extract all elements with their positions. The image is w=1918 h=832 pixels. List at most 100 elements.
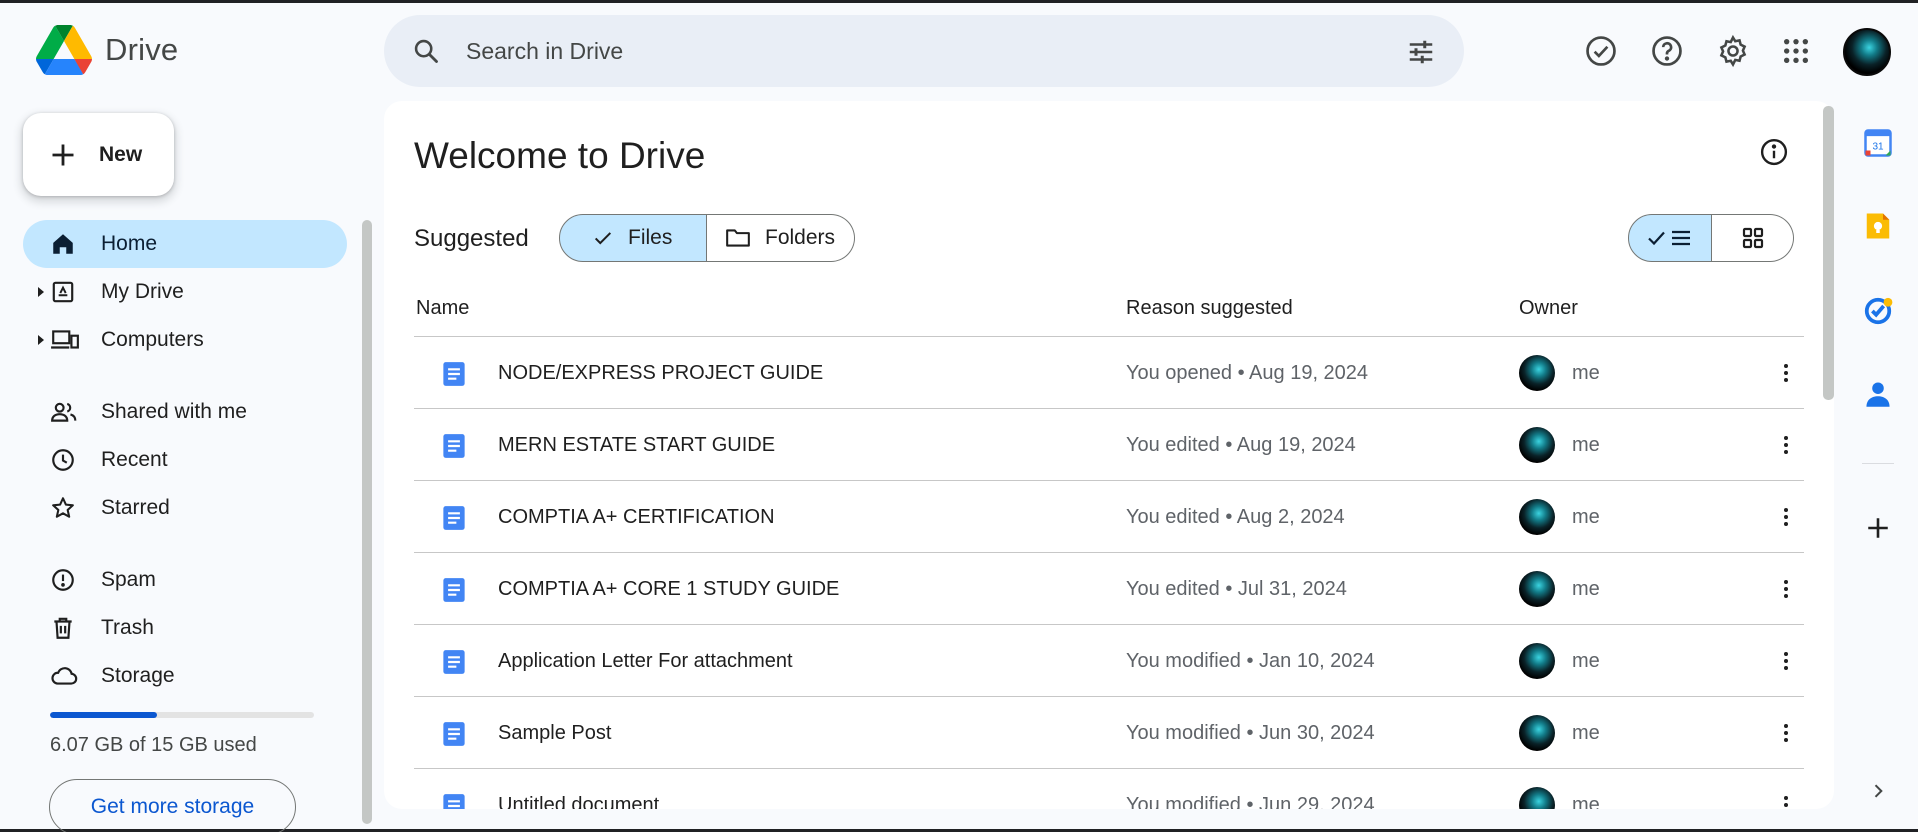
sidebar-item-my-drive[interactable]: My Drive: [23, 268, 347, 316]
new-button[interactable]: New: [23, 113, 174, 196]
more-actions-icon[interactable]: [1774, 433, 1798, 457]
reason-suggested: You modified • Jun 30, 2024: [1126, 722, 1375, 744]
reason-suggested: You modified • Jun 29, 2024: [1126, 794, 1375, 809]
reason-suggested: You edited • Jul 31, 2024: [1126, 578, 1347, 600]
sidebar-item-trash[interactable]: Trash: [23, 604, 347, 652]
google-doc-icon: [442, 577, 466, 603]
file-row[interactable]: COMPTIA A+ CERTIFICATION You edited • Aug…: [414, 481, 1804, 553]
file-name[interactable]: COMPTIA A+ CERTIFICATION: [498, 506, 775, 529]
sidebar-item-starred[interactable]: Starred: [23, 484, 347, 532]
file-row[interactable]: NODE/EXPRESS PROJECT GUIDE You opened • A…: [414, 337, 1804, 409]
owner-name: me: [1572, 506, 1600, 528]
owner-avatar: [1519, 787, 1555, 809]
file-name[interactable]: Application Letter For attachment: [498, 650, 793, 673]
sidebar-item-label: Storage: [101, 664, 175, 687]
calendar-icon[interactable]: 31: [1862, 127, 1894, 159]
sidebar-item-storage[interactable]: Storage: [23, 652, 347, 700]
drive-logo[interactable]: Drive: [36, 25, 178, 75]
owner-avatar: [1519, 499, 1555, 535]
files-chip[interactable]: Files: [559, 214, 707, 262]
reason-suggested: You opened • Aug 19, 2024: [1126, 362, 1369, 384]
reason-suggested: You edited • Aug 19, 2024: [1126, 434, 1356, 456]
main-scrollbar[interactable]: [1823, 106, 1834, 400]
sidebar-item-label: Recent: [101, 448, 168, 471]
sidebar-scrollbar[interactable]: [362, 220, 372, 824]
column-header-reason: Reason suggested: [1126, 297, 1293, 319]
layout-toggle: [1628, 214, 1794, 262]
apps-grid-icon[interactable]: [1776, 31, 1816, 71]
file-row[interactable]: Application Letter For attachment You mod…: [414, 625, 1804, 697]
trash-icon: [50, 615, 76, 641]
clock-icon: [50, 447, 76, 473]
account-avatar[interactable]: [1843, 28, 1891, 76]
sidebar-item-computers[interactable]: Computers: [23, 316, 347, 364]
storage-usage-text: 6.07 GB of 15 GB used: [50, 734, 257, 756]
calendar-day: 31: [1872, 141, 1884, 152]
file-row[interactable]: Untitled document You modified • Jun 29, …: [414, 769, 1804, 809]
tasks-icon[interactable]: [1862, 295, 1894, 327]
expand-panel-icon[interactable]: [1862, 775, 1894, 807]
info-icon[interactable]: [1759, 137, 1789, 167]
file-row[interactable]: COMPTIA A+ CORE 1 STUDY GUIDE You edited …: [414, 553, 1804, 625]
settings-icon[interactable]: [1713, 31, 1753, 71]
add-icon[interactable]: [1862, 512, 1894, 544]
more-actions-icon[interactable]: [1774, 649, 1798, 673]
search-bar[interactable]: [384, 15, 1464, 87]
more-actions-icon[interactable]: [1774, 361, 1798, 385]
spam-icon: [50, 567, 76, 593]
sidebar-item-home[interactable]: Home: [23, 220, 347, 268]
suggested-filter-chips: Files Folders: [559, 214, 855, 262]
cloud-icon: [50, 663, 78, 689]
drive-logo-icon: [36, 25, 92, 75]
get-more-storage-button[interactable]: Get more storage: [49, 779, 296, 832]
search-input[interactable]: [466, 15, 1366, 87]
google-doc-icon: [442, 649, 466, 675]
google-doc-icon: [442, 721, 466, 747]
more-actions-icon[interactable]: [1774, 721, 1798, 745]
keep-icon[interactable]: [1862, 210, 1894, 242]
contacts-icon[interactable]: [1862, 378, 1894, 410]
page-title: Welcome to Drive: [414, 135, 706, 176]
storage-usage-bar: [50, 712, 314, 718]
star-icon: [50, 495, 76, 521]
ready-for-offline-icon[interactable]: [1581, 31, 1621, 71]
reason-suggested: You modified • Jan 10, 2024: [1126, 650, 1375, 672]
help-icon[interactable]: [1647, 31, 1687, 71]
more-actions-icon[interactable]: [1774, 577, 1798, 601]
google-doc-icon: [442, 505, 466, 531]
storage-usage-fill: [50, 712, 157, 718]
sidebar-item-shared-with-me[interactable]: Shared with me: [23, 388, 347, 436]
google-doc-icon: [442, 793, 466, 809]
owner-avatar: [1519, 355, 1555, 391]
expand-arrow-icon[interactable]: [37, 287, 45, 297]
search-icon[interactable]: [412, 37, 440, 65]
file-name[interactable]: Sample Post: [498, 722, 611, 745]
search-options-icon[interactable]: [1406, 37, 1436, 67]
file-row[interactable]: Sample Post You modified • Jun 30, 2024 me: [414, 697, 1804, 769]
sidebar-item-recent[interactable]: Recent: [23, 436, 347, 484]
file-name[interactable]: COMPTIA A+ CORE 1 STUDY GUIDE: [498, 578, 839, 601]
suggested-label: Suggested: [414, 225, 529, 252]
google-doc-icon: [442, 361, 466, 387]
owner-avatar: [1519, 643, 1555, 679]
grid-icon: [1742, 227, 1763, 249]
expand-arrow-icon[interactable]: [37, 335, 45, 345]
list-view-button[interactable]: [1628, 214, 1712, 262]
folders-chip-label: Folders: [765, 226, 836, 249]
reason-suggested: You edited • Aug 2, 2024: [1126, 506, 1345, 528]
check-icon: [594, 232, 612, 245]
sidebar-item-spam[interactable]: Spam: [23, 556, 347, 604]
folders-chip[interactable]: Folders: [707, 214, 855, 262]
column-header-name[interactable]: Name: [416, 297, 469, 320]
sidebar-item-label: Shared with me: [101, 400, 247, 423]
more-actions-icon[interactable]: [1774, 793, 1798, 809]
file-name[interactable]: MERN ESTATE START GUIDE: [498, 434, 775, 457]
file-row[interactable]: MERN ESTATE START GUIDE You edited • Aug …: [414, 409, 1804, 481]
file-name[interactable]: NODE/EXPRESS PROJECT GUIDE: [498, 362, 823, 385]
more-actions-icon[interactable]: [1774, 505, 1798, 529]
my-drive-icon: [50, 279, 76, 305]
grid-view-button[interactable]: [1712, 214, 1794, 262]
owner-avatar: [1519, 715, 1555, 751]
owner-name: me: [1572, 434, 1600, 456]
file-name[interactable]: Untitled document: [498, 794, 659, 809]
